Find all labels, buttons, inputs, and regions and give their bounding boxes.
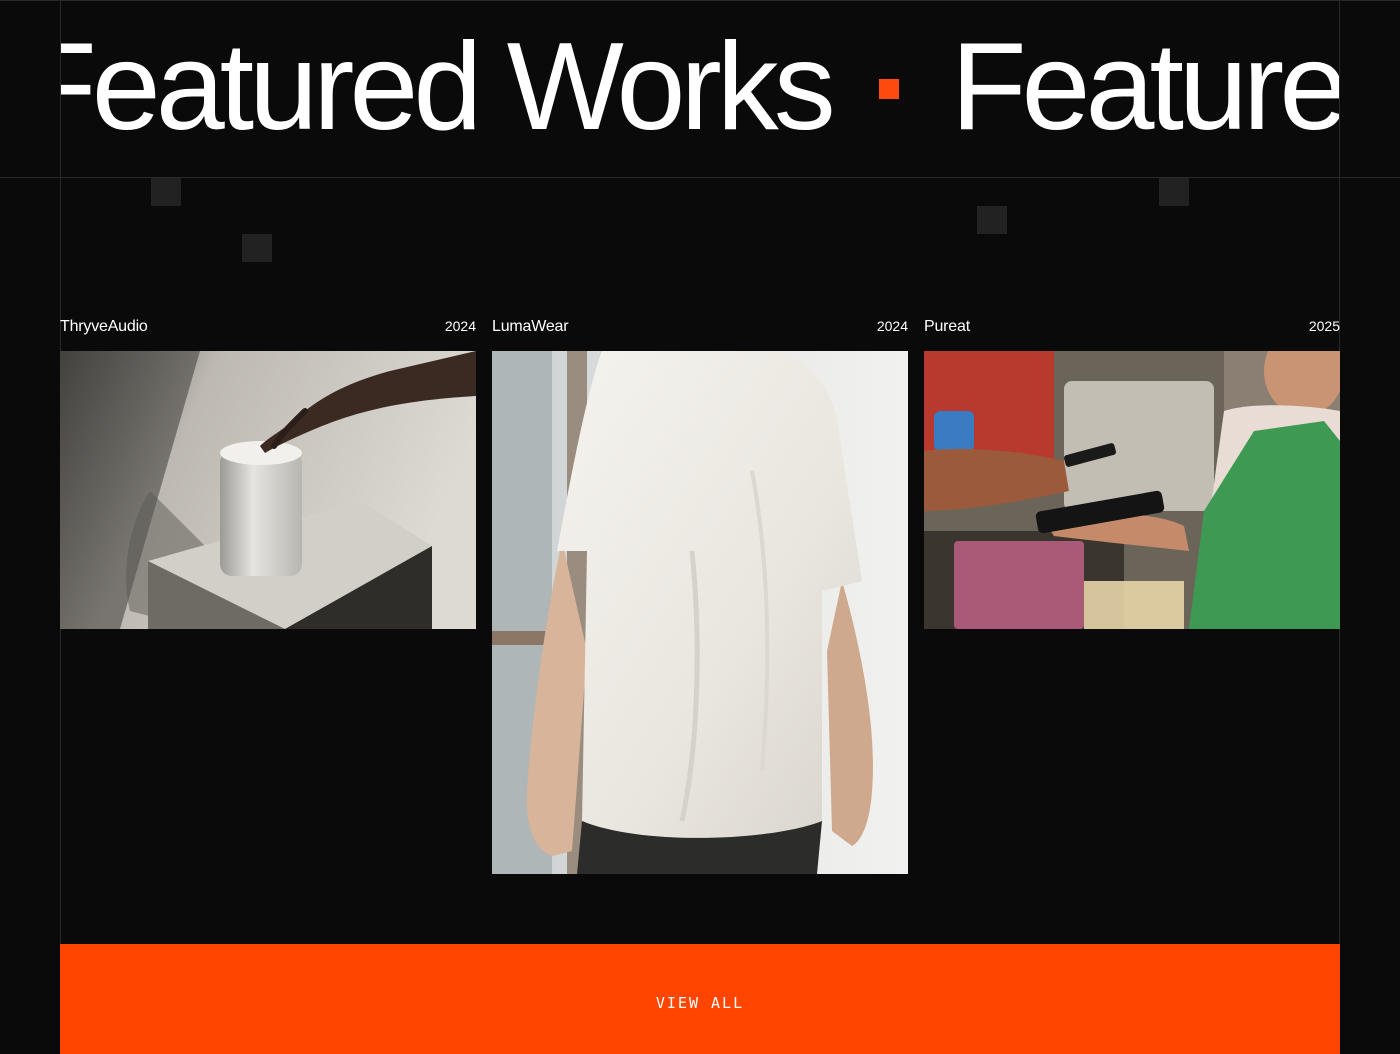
project-card-header: LumaWear 2024 <box>492 318 908 340</box>
speaker-photo <box>60 351 476 629</box>
project-image[interactable] <box>60 351 476 629</box>
decorative-square <box>977 206 1007 234</box>
project-year: 2025 <box>1308 318 1340 334</box>
tshirt-photo <box>492 351 908 874</box>
view-all-label: VIEW ALL <box>655 994 745 1012</box>
marquee-separator-square <box>878 79 899 99</box>
project-name: LumaWear <box>492 318 569 335</box>
project-card-pureat[interactable]: Pureat 2025 <box>924 318 1340 629</box>
marquee-track: Featured Works Featured Works <box>61 22 1339 152</box>
project-image[interactable] <box>924 351 1340 629</box>
marquee-heading: Featured Works <box>61 18 836 156</box>
decorative-square <box>1159 178 1189 206</box>
project-name: Pureat <box>924 318 970 335</box>
project-card-header: Pureat 2025 <box>924 318 1340 340</box>
decorative-square <box>151 178 181 206</box>
featured-works-section: Featured Works Featured Works ThryveAudi… <box>0 0 1400 1054</box>
project-image[interactable] <box>492 351 908 874</box>
project-year: 2024 <box>444 318 476 334</box>
payment-photo <box>924 351 1340 629</box>
marquee-heading-repeat: Featured Works <box>950 18 1339 156</box>
project-name: ThryveAudio <box>60 318 148 335</box>
project-year: 2024 <box>876 318 908 334</box>
featured-works-marquee: Featured Works Featured Works <box>61 0 1339 177</box>
view-all-button[interactable]: VIEW ALL <box>60 944 1340 1054</box>
project-card-lumawear[interactable]: LumaWear 2024 <box>492 318 908 874</box>
decorative-square <box>242 234 272 262</box>
project-card-header: ThryveAudio 2024 <box>60 318 476 340</box>
marquee-divider <box>0 177 1400 178</box>
project-card-thryveaudio[interactable]: ThryveAudio 2024 <box>60 318 476 629</box>
